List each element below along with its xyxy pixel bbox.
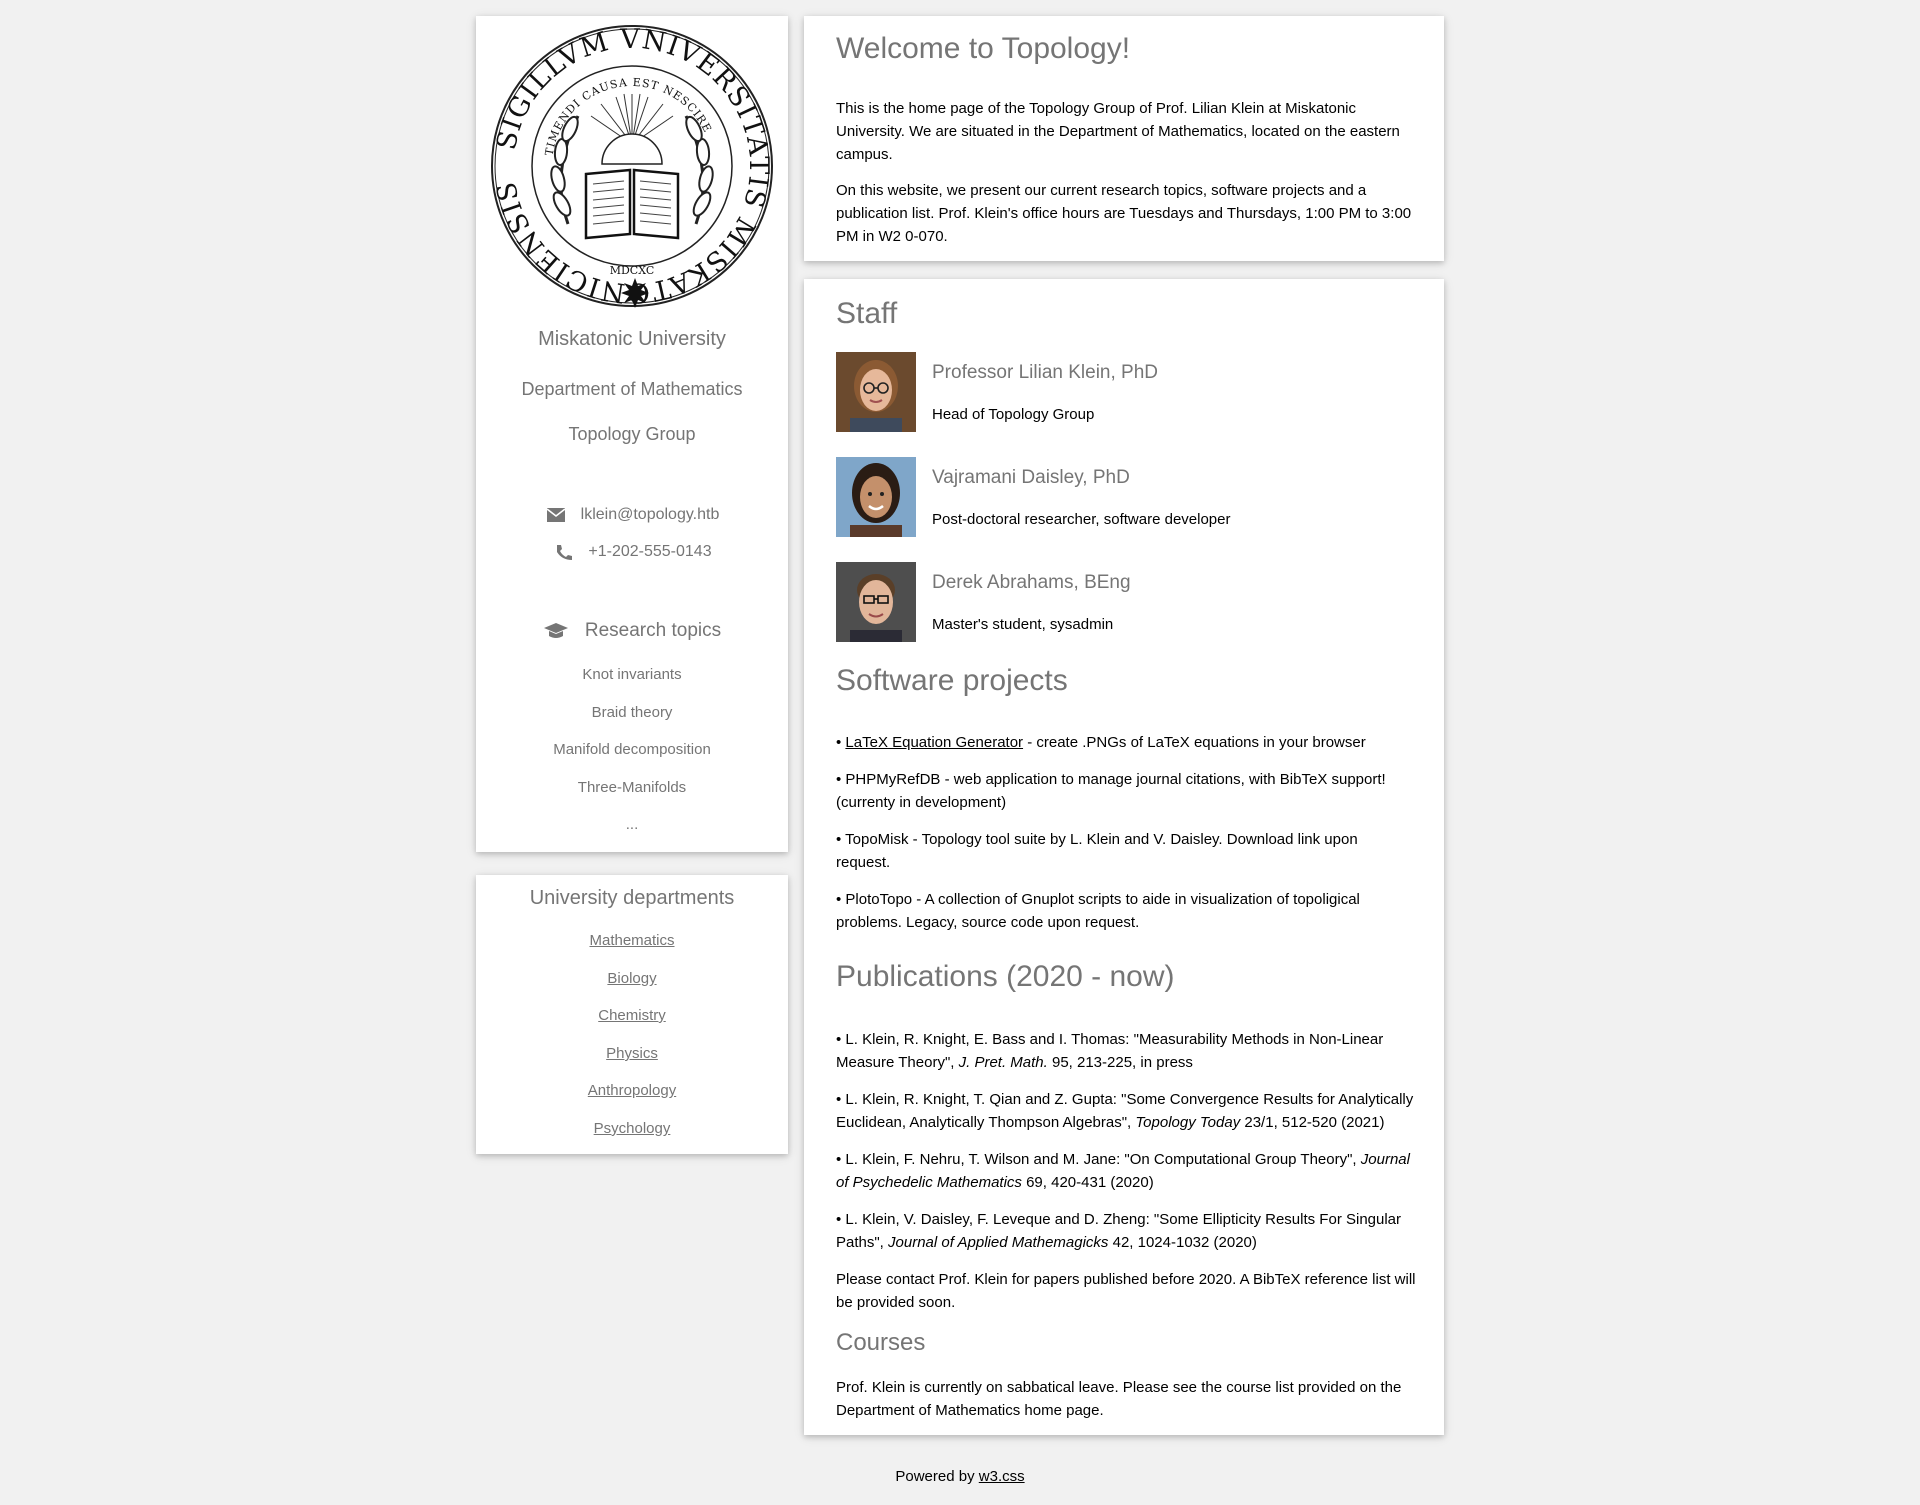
footer: Powered by w3.css xyxy=(895,1468,1025,1485)
software-item: • TopoMisk - Topology tool suite by L. K… xyxy=(836,831,1358,871)
research-topic: Three-Manifolds xyxy=(577,779,687,796)
departments-heading: University departments xyxy=(529,887,735,909)
staff-heading: Staff xyxy=(836,297,898,330)
w3css-link[interactable]: w3.css xyxy=(979,1468,1025,1485)
staff-name: Derek Abrahams, BEng xyxy=(932,572,1131,593)
dept-link-psychology[interactable]: Psychology xyxy=(476,1120,788,1137)
staff-name: Professor Lilian Klein, PhD xyxy=(932,362,1158,383)
software-heading: Software projects xyxy=(836,664,1068,697)
staff-role: Head of Topology Group xyxy=(932,406,1095,423)
research-topic: Braid theory xyxy=(591,704,673,721)
software-item: • PlotoTopo - A collection of Gnuplot sc… xyxy=(836,891,1360,931)
phone-icon xyxy=(552,543,574,561)
welcome-paragraph: This is the home page of the Topology Gr… xyxy=(836,100,1400,163)
phone-row: +1-202-555-0143 xyxy=(476,543,788,561)
staff-role: Post-doctoral researcher, software devel… xyxy=(932,511,1231,528)
university-name: Miskatonic University xyxy=(538,328,726,350)
publication-item: • L. Klein, R. Knight, E. Bass and I. Th… xyxy=(836,1031,1384,1071)
avatar xyxy=(836,352,916,432)
software-item: • LaTeX Equation Generator - create .PNG… xyxy=(836,734,1366,751)
publication-item: • L. Klein, F. Nehru, T. Wilson and M. J… xyxy=(836,1151,1410,1191)
publications-heading: Publications (2020 - now) xyxy=(836,960,1175,993)
staff-member: Vajramani Daisley, PhD Post-doctoral res… xyxy=(836,457,1416,537)
department-name: Department of Mathematics xyxy=(521,379,743,399)
publications-note: Please contact Prof. Klein for papers pu… xyxy=(836,1271,1416,1311)
welcome-title: Welcome to Topology! xyxy=(836,32,1131,65)
welcome-card: Welcome to Topology! This is the home pa… xyxy=(804,16,1444,261)
software-item: • PHPMyRefDB - web application to manage… xyxy=(836,771,1386,811)
welcome-paragraph: On this website, we present our current … xyxy=(836,182,1412,245)
phone-number[interactable]: +1-202-555-0143 xyxy=(588,543,711,561)
svg-text:MDCXC: MDCXC xyxy=(610,264,655,277)
staff-member: Professor Lilian Klein, PhD Head of Topo… xyxy=(836,352,1416,432)
dept-link-mathematics[interactable]: Mathematics xyxy=(476,932,788,949)
publication-item: • L. Klein, V. Daisley, F. Leveque and D… xyxy=(836,1211,1402,1251)
envelope-icon xyxy=(545,506,567,524)
departments-card: University departments Mathematics Biolo… xyxy=(476,875,788,1154)
publication-item: • L. Klein, R. Knight, T. Qian and Z. Gu… xyxy=(836,1091,1414,1131)
staff-name: Vajramani Daisley, PhD xyxy=(932,467,1130,488)
dept-link-physics[interactable]: Physics xyxy=(476,1045,788,1062)
dept-link-biology[interactable]: Biology xyxy=(476,970,788,987)
research-topic: Manifold decomposition xyxy=(553,741,711,758)
research-heading: Research topics xyxy=(584,620,722,641)
email-row: lklein@topology.htb xyxy=(476,506,788,524)
group-name: Topology Group xyxy=(568,424,696,444)
university-seal-logo: SIGILLVM VNIVERSITATIS MISKATONICIENSIS … xyxy=(491,24,773,308)
avatar xyxy=(836,562,916,642)
dept-link-anthropology[interactable]: Anthropology xyxy=(476,1082,788,1099)
research-topic-more: ... xyxy=(625,816,639,833)
email-address[interactable]: lklein@topology.htb xyxy=(581,506,720,524)
research-topic: Knot invariants xyxy=(582,666,682,683)
profile-card: SIGILLVM VNIVERSITATIS MISKATONICIENSIS … xyxy=(476,16,788,852)
main-content-card: Staff Professor Lilian Klein, PhD Head o… xyxy=(804,279,1444,1435)
research-heading-row: Research topics xyxy=(476,620,788,642)
latex-generator-link[interactable]: LaTeX Equation Generator xyxy=(845,734,1023,751)
staff-role: Master's student, sysadmin xyxy=(932,616,1114,633)
graduation-cap-icon xyxy=(543,621,569,641)
staff-member: Derek Abrahams, BEng Master's student, s… xyxy=(836,562,1416,642)
avatar xyxy=(836,457,916,537)
courses-text: Prof. Klein is currently on sabbatical l… xyxy=(836,1379,1402,1419)
dept-link-chemistry[interactable]: Chemistry xyxy=(476,1007,788,1024)
courses-heading: Courses xyxy=(836,1329,926,1356)
